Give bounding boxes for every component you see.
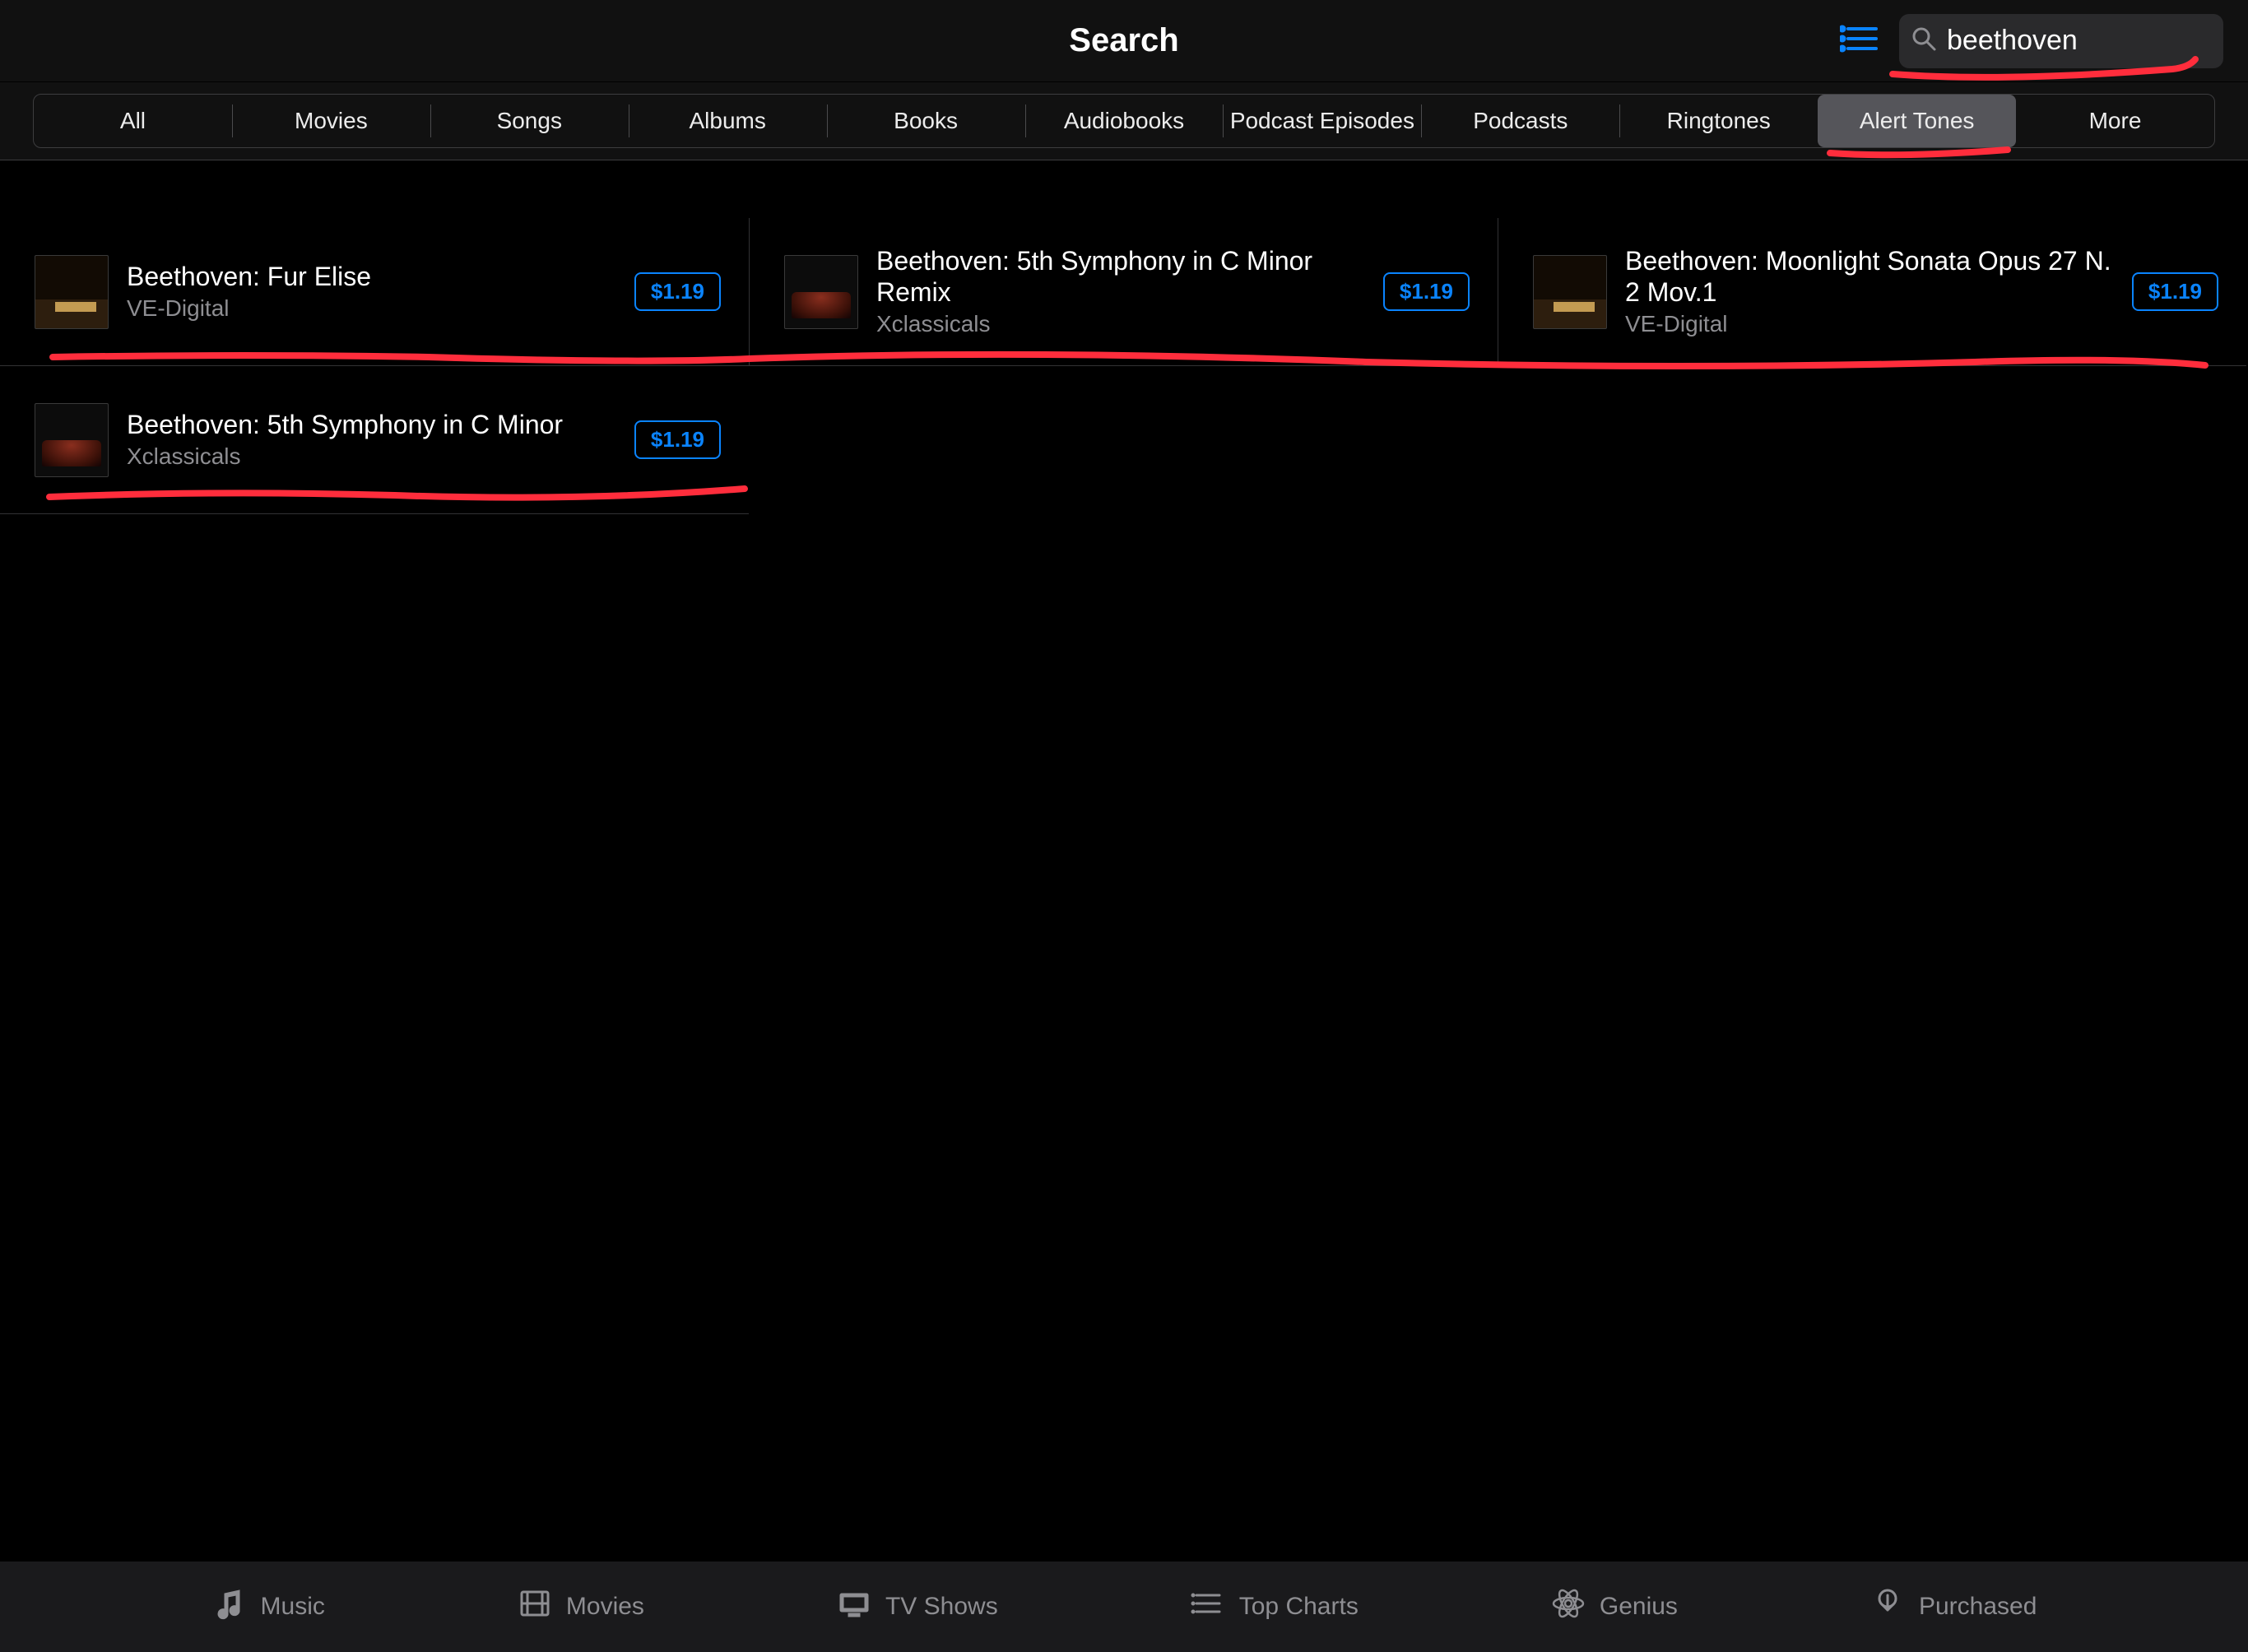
- tab-label: TV Shows: [885, 1593, 998, 1621]
- album-art: [35, 403, 109, 477]
- tab-label: Purchased: [1919, 1593, 2037, 1621]
- page-title: Search: [1069, 22, 1178, 59]
- result-meta: Beethoven: 5th Symphony in C MinorXclass…: [127, 410, 616, 471]
- category-tab-audiobooks[interactable]: Audiobooks: [1025, 95, 1224, 147]
- navbar: Search: [0, 0, 2248, 82]
- music-icon: [211, 1585, 248, 1628]
- purchased-icon: [1869, 1585, 1906, 1628]
- category-tab-movies[interactable]: Movies: [232, 95, 430, 147]
- album-art: [1533, 255, 1607, 329]
- charts-icon: [1190, 1585, 1226, 1628]
- tab-label: Genius: [1600, 1593, 1678, 1621]
- price-button[interactable]: $1.19: [1383, 272, 1470, 311]
- result-title: Beethoven: Fur Elise: [127, 262, 616, 293]
- category-tab-podcasts[interactable]: Podcasts: [1421, 95, 1619, 147]
- list-icon[interactable]: [1840, 24, 1878, 58]
- result-item[interactable]: Beethoven: 5th Symphony in C Minor Remix…: [749, 218, 1498, 366]
- result-artist: Xclassicals: [127, 443, 616, 470]
- result-artist: Xclassicals: [876, 311, 1365, 337]
- result-title: Beethoven: Moonlight Sonata Opus 27 N. 2…: [1625, 246, 2114, 309]
- price-button[interactable]: $1.19: [2132, 272, 2218, 311]
- tab-top-charts[interactable]: Top Charts: [1190, 1585, 1359, 1628]
- result-meta: Beethoven: 5th Symphony in C Minor Remix…: [876, 246, 1365, 338]
- result-item[interactable]: Beethoven: Moonlight Sonata Opus 27 N. 2…: [1498, 218, 2246, 366]
- result-title: Beethoven: 5th Symphony in C Minor: [127, 410, 616, 441]
- film-icon: [517, 1585, 553, 1628]
- tab-music[interactable]: Music: [211, 1585, 325, 1628]
- genius-icon: [1550, 1585, 1586, 1628]
- album-art: [35, 255, 109, 329]
- tab-label: Top Charts: [1239, 1593, 1359, 1621]
- category-tab-podcast-episodes[interactable]: Podcast Episodes: [1223, 95, 1421, 147]
- price-button[interactable]: $1.19: [634, 420, 721, 459]
- tab-label: Movies: [566, 1593, 644, 1621]
- search-results: Beethoven: Fur EliseVE-Digital$1.19Beeth…: [0, 160, 2248, 514]
- result-meta: Beethoven: Moonlight Sonata Opus 27 N. 2…: [1625, 246, 2114, 338]
- nav-right: [1840, 0, 2223, 81]
- tv-icon: [836, 1585, 872, 1628]
- price-button[interactable]: $1.19: [634, 272, 721, 311]
- result-title: Beethoven: 5th Symphony in C Minor Remix: [876, 246, 1365, 309]
- category-tab-more[interactable]: More: [2016, 95, 2214, 147]
- search-field[interactable]: [1899, 14, 2223, 68]
- tab-label: Music: [261, 1593, 325, 1621]
- tab-purchased[interactable]: Purchased: [1869, 1585, 2037, 1628]
- result-artist: VE-Digital: [127, 295, 616, 322]
- category-tab-ringtones[interactable]: Ringtones: [1619, 95, 1818, 147]
- category-tab-albums[interactable]: Albums: [629, 95, 827, 147]
- search-input[interactable]: [1947, 25, 2248, 57]
- category-tab-songs[interactable]: Songs: [430, 95, 629, 147]
- album-art: [784, 255, 858, 329]
- result-item[interactable]: Beethoven: 5th Symphony in C MinorXclass…: [0, 366, 749, 514]
- search-icon: [1911, 26, 1937, 56]
- category-tab-alert-tones[interactable]: Alert Tones: [1818, 95, 2016, 147]
- tab-genius[interactable]: Genius: [1550, 1585, 1678, 1628]
- tab-tv-shows[interactable]: TV Shows: [836, 1585, 998, 1628]
- result-meta: Beethoven: Fur EliseVE-Digital: [127, 262, 616, 323]
- category-tab-all[interactable]: All: [34, 95, 232, 147]
- result-item[interactable]: Beethoven: Fur EliseVE-Digital $1.19: [0, 218, 749, 366]
- result-artist: VE-Digital: [1625, 311, 2114, 337]
- bottom-tab-bar: Music Movies TV Shows Top Charts Genius Purch…: [0, 1562, 2248, 1652]
- tab-movies[interactable]: Movies: [517, 1585, 644, 1628]
- category-bar: AllMoviesSongsAlbumsBooksAudiobooksPodca…: [0, 82, 2248, 160]
- category-tab-books[interactable]: Books: [827, 95, 1025, 147]
